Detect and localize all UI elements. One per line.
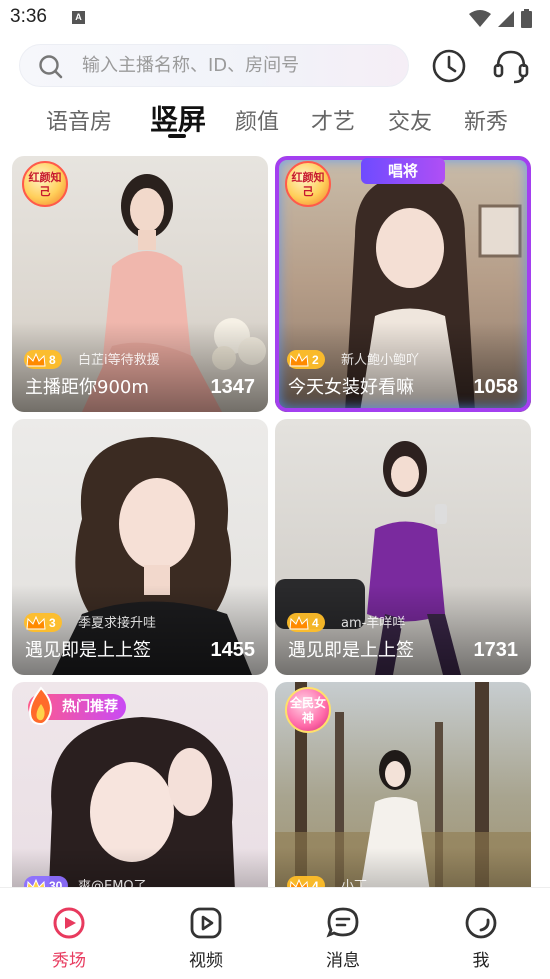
crown-icon — [289, 352, 309, 366]
card-title: 遇见即是上上签 — [25, 640, 151, 661]
stream-card[interactable]: 4 am-羊咩咩 遇见即是上上签 1731 — [275, 419, 531, 675]
nav-label: 视频 — [189, 951, 223, 971]
tab-indicator — [168, 134, 186, 138]
nav-label: 我 — [472, 951, 490, 971]
level-number: 3 — [49, 615, 56, 630]
signal-icon — [498, 10, 514, 27]
level-badge: 4 — [287, 613, 325, 632]
nav-item-messages[interactable]: 消息 — [303, 906, 383, 971]
nav-label: 秀场 — [52, 951, 86, 971]
tag-badge: 红颜知己 — [22, 161, 68, 207]
crown-icon — [26, 615, 46, 629]
crown-icon — [289, 615, 309, 629]
category-tabs: 语音房 竖屏 颜值 才艺 交友 新秀 — [0, 96, 550, 146]
level-badge: 3 — [24, 613, 62, 632]
singer-badge: 唱将 — [361, 158, 445, 184]
stream-card[interactable]: 红颜知己 唱将 2 新人鲍小鲍吖 今天女装好看嘛 1058 — [275, 156, 531, 412]
anchor-name: 新人鲍小鲍吖 — [341, 353, 420, 368]
level-number: 2 — [312, 352, 319, 367]
status-bar: 3:36 A — [0, 0, 550, 38]
tab-voice-room[interactable]: 语音房 — [46, 104, 112, 136]
tag-badge: 红颜知己 — [285, 161, 331, 207]
anchor-name: 季夏求接升哇 — [78, 616, 157, 631]
tag-badge: 全民女神 — [285, 687, 331, 733]
tab-vertical[interactable]: 竖屏 — [150, 98, 206, 138]
anchor-name: am-羊咩咩 — [341, 616, 406, 631]
tab-talent[interactable]: 才艺 — [311, 104, 355, 136]
stream-card[interactable]: 3 季夏求接升哇 遇见即是上上签 1455 — [12, 419, 268, 675]
anchor-name: 白芷i等待救援 — [78, 353, 160, 368]
profile-icon — [465, 907, 497, 939]
flame-icon — [28, 686, 52, 726]
nav-item-show[interactable]: 秀场 — [29, 906, 109, 971]
search-icon — [39, 55, 63, 79]
card-title: 遇见即是上上签 — [288, 640, 414, 661]
notification-icon: A — [72, 11, 85, 24]
wifi-icon — [469, 9, 491, 27]
level-badge: 2 — [287, 350, 325, 369]
search-box[interactable] — [19, 44, 409, 87]
nav-label: 消息 — [326, 951, 360, 971]
status-time: 3:36 — [10, 6, 47, 27]
bottom-nav: 秀场 视频 消息 我 — [0, 887, 550, 979]
viewer-count: 1455 — [210, 639, 256, 661]
level-number: 4 — [312, 615, 319, 630]
viewer-count: 1058 — [473, 376, 519, 398]
stream-card[interactable]: 热门推荐 30 爽@EMO了 — [12, 682, 268, 890]
video-icon — [190, 907, 222, 939]
tab-looks[interactable]: 颜值 — [235, 104, 279, 136]
search-input[interactable] — [82, 45, 402, 86]
level-number: 8 — [49, 352, 56, 367]
system-icons — [469, 9, 532, 28]
hot-recommend-label: 热门推荐 — [62, 699, 118, 715]
battery-icon — [521, 9, 532, 28]
viewer-count: 1347 — [210, 376, 256, 398]
card-title: 今天女装好看嘛 — [288, 377, 414, 398]
stream-card[interactable]: 红颜知己 8 白芷i等待救援 主播距你900m 1347 — [12, 156, 268, 412]
stream-card[interactable]: 全民女神 4 小丁 — [275, 682, 531, 890]
tab-newcomer[interactable]: 新秀 — [464, 104, 508, 136]
crown-icon — [26, 352, 46, 366]
level-badge: 8 — [24, 350, 62, 369]
nav-item-video[interactable]: 视频 — [166, 906, 246, 971]
play-circle-icon — [53, 907, 85, 939]
hot-recommend-badge: 热门推荐 — [28, 686, 126, 726]
search-row — [0, 44, 550, 90]
stream-grid: 红颜知己 8 白芷i等待救援 主播距你900m 1347 红颜知己 唱将 2 新… — [0, 155, 550, 890]
history-icon[interactable] — [431, 48, 467, 84]
nav-item-me[interactable]: 我 — [441, 906, 521, 971]
viewer-count: 1731 — [473, 639, 519, 661]
card-title: 主播距你900m — [25, 377, 149, 398]
message-icon — [326, 907, 359, 938]
tab-friends[interactable]: 交友 — [388, 104, 432, 136]
customer-service-icon[interactable] — [492, 47, 530, 85]
